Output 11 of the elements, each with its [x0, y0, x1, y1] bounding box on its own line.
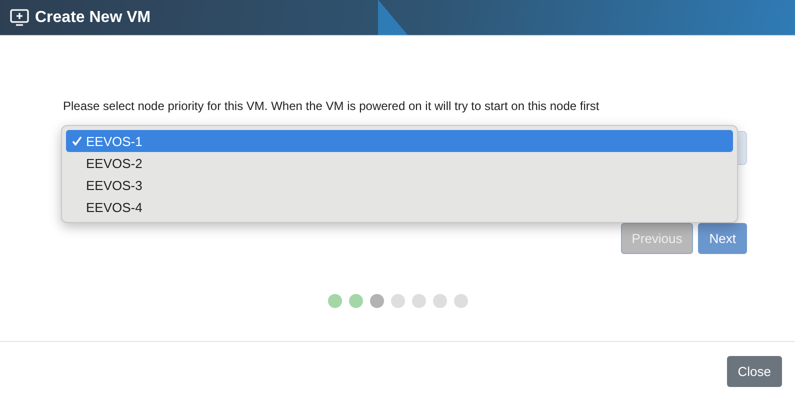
dropdown-option[interactable]: EEVOS-4: [66, 196, 733, 218]
checkmark-icon: [72, 136, 82, 146]
next-button[interactable]: Next: [698, 223, 747, 254]
close-button[interactable]: Close: [726, 356, 782, 387]
dropdown-option[interactable]: EEVOS-3: [66, 174, 733, 196]
monitor-plus-icon: [10, 9, 29, 26]
dropdown-option[interactable]: EEVOS-1: [66, 130, 733, 152]
instruction-text: Please select node priority for this VM. When the VM is powered on it will try to start on this node first: [63, 99, 600, 113]
dropdown-option[interactable]: EEVOS-2: [66, 152, 733, 174]
window-title: Create New VM: [35, 8, 151, 26]
header-accent-stripe: [378, 0, 408, 35]
